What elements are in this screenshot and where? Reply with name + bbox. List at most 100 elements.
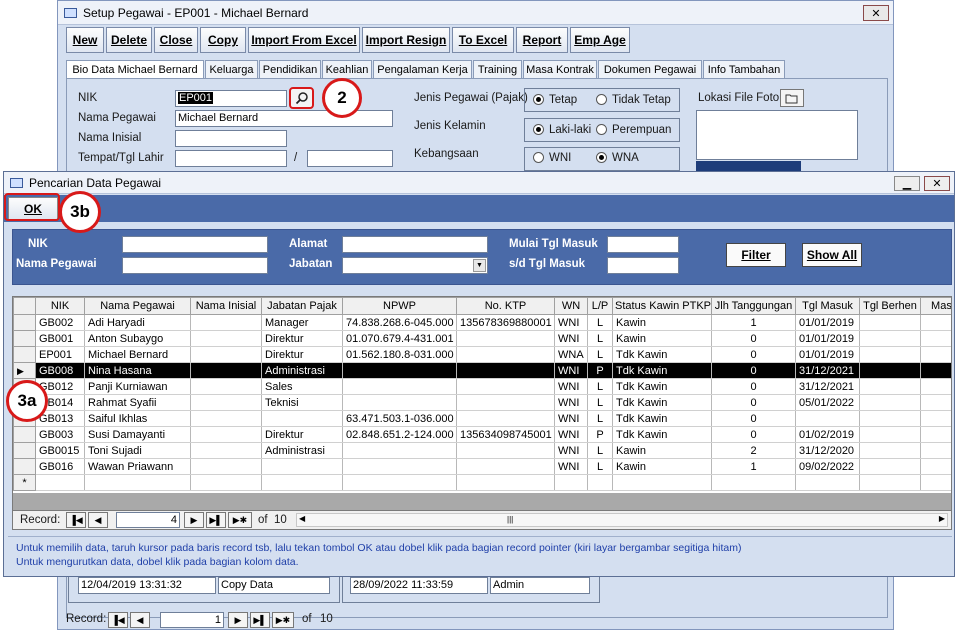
table-row[interactable]: ▶ GB008 Nina Hasana Administrasi WNI P Tdk Kaw…	[13, 362, 951, 379]
cell-jlh-tanggungan[interactable]: 1	[711, 458, 796, 475]
record-selector[interactable]	[13, 426, 36, 443]
tgl-lahir-input[interactable]	[307, 150, 393, 167]
cell-wn[interactable]: WNI	[554, 458, 588, 475]
cell-tgl-masuk[interactable]: 31/12/2020	[795, 442, 860, 459]
cell-tgl-berhenti[interactable]	[859, 362, 921, 379]
cell-npwp[interactable]	[342, 378, 457, 395]
cell-nama-inisial[interactable]	[190, 346, 262, 363]
cell-nama-inisial[interactable]	[190, 442, 262, 459]
col-header-tgl-berhenti[interactable]: Tgl Berhen	[859, 297, 921, 315]
cell-nama-inisial[interactable]	[190, 394, 262, 411]
dialog-close-icon[interactable]: ✕	[924, 176, 950, 191]
cell-nama-pegawai[interactable]: Panji Kurniawan	[84, 378, 191, 395]
tab-pengalaman-kerja[interactable]: Pengalaman Kerja	[373, 60, 472, 78]
radio-wna[interactable]: WNA	[596, 152, 639, 164]
cell-npwp[interactable]	[342, 458, 457, 475]
cell-jlh-tanggungan[interactable]: 1	[711, 314, 796, 331]
cell-empty[interactable]	[261, 474, 343, 491]
record-selector[interactable]	[13, 346, 36, 363]
col-header-npwp[interactable]: NPWP	[342, 297, 457, 315]
cell-nama-pegawai[interactable]: Toni Sujadi	[84, 442, 191, 459]
tab-keluarga[interactable]: Keluarga	[205, 60, 258, 78]
table-row[interactable]: GB013 Saiful Ikhlas 63.471.503.1-036.000 WN…	[13, 410, 951, 427]
cell-nama-inisial[interactable]	[190, 458, 262, 475]
cell-status-kawin[interactable]: Tdk Kawin	[612, 362, 712, 379]
cell-tgl-masuk[interactable]: 05/01/2022	[795, 394, 860, 411]
table-row[interactable]: GB012 Panji Kurniawan Sales WNI L Tdk Kawin 0 3…	[13, 378, 951, 395]
cell-jlh-tanggungan[interactable]: 0	[711, 346, 796, 363]
record-selector[interactable]	[13, 330, 36, 347]
cell-status-kawin[interactable]: Tdk Kawin	[612, 346, 712, 363]
cell-jabatan-pajak[interactable]: Direktur	[261, 426, 343, 443]
cell-lp[interactable]: L	[587, 378, 613, 395]
tempat-lahir-input[interactable]	[175, 150, 287, 167]
new-record-button[interactable]: ▶✱	[228, 512, 252, 528]
tab-info-tambahan[interactable]: Info Tambahan	[703, 60, 785, 78]
cell-no-ktp[interactable]: 135678369880001	[456, 314, 555, 331]
record-selector[interactable]	[13, 442, 36, 459]
tab-pendidikan[interactable]: Pendidikan	[259, 60, 321, 78]
cell-empty[interactable]	[587, 474, 613, 491]
cell-no-ktp[interactable]	[456, 442, 555, 459]
nama-pegawai-input[interactable]: Michael Bernard	[175, 110, 393, 127]
record-selector[interactable]	[13, 314, 36, 331]
cell-tgl-masuk[interactable]: 31/12/2021	[795, 362, 860, 379]
cell-tgl-berhenti[interactable]	[859, 442, 921, 459]
table-row[interactable]: GB001 Anton Subaygo Direktur 01.070.679.4-4…	[13, 330, 951, 347]
cell-empty[interactable]	[84, 474, 191, 491]
delete-button[interactable]: Delete	[106, 27, 152, 53]
first-record-button[interactable]: ▐◀	[66, 512, 86, 528]
cell-lp[interactable]: L	[587, 314, 613, 331]
cell-wn[interactable]: WNI	[554, 442, 588, 459]
cell-nama-inisial[interactable]	[190, 362, 262, 379]
filter-mulai-input[interactable]	[607, 236, 679, 253]
tab-training[interactable]: Training	[473, 60, 522, 78]
prev-record-button[interactable]: ◀	[88, 512, 108, 528]
cell-nama-pegawai[interactable]: Adi Haryadi	[84, 314, 191, 331]
tab-keahlian[interactable]: Keahlian	[322, 60, 372, 78]
cell-empty[interactable]	[859, 474, 921, 491]
col-header-lp[interactable]: L/P	[587, 297, 613, 315]
filter-nama-input[interactable]	[122, 257, 268, 274]
cell-nama-pegawai[interactable]: Rahmat Syafii	[84, 394, 191, 411]
cell-jabatan-pajak[interactable]: Administrasi	[261, 362, 343, 379]
tab-dokumen-pegawai[interactable]: Dokumen Pegawai	[598, 60, 702, 78]
cell-nama-inisial[interactable]	[190, 426, 262, 443]
cell-empty[interactable]	[711, 474, 796, 491]
cell-tgl-berhenti[interactable]	[859, 378, 921, 395]
copy-button[interactable]: Copy	[200, 27, 246, 53]
cell-empty[interactable]	[342, 474, 457, 491]
cell-nik[interactable]: GB016	[35, 458, 85, 475]
to-excel-button[interactable]: To Excel	[452, 27, 514, 53]
cell-empty[interactable]	[795, 474, 860, 491]
cell-empty[interactable]	[35, 474, 85, 491]
select-all-corner[interactable]	[13, 297, 36, 315]
cell-jlh-tanggungan[interactable]: 0	[711, 394, 796, 411]
cell-lp[interactable]: L	[587, 330, 613, 347]
cell-tgl-masuk[interactable]: 01/01/2019	[795, 330, 860, 347]
cell-nama-inisial[interactable]	[190, 314, 262, 331]
filter-jabatan-select[interactable]: ▼	[342, 257, 488, 274]
cell-nama-inisial[interactable]	[190, 378, 262, 395]
cell-empty[interactable]	[554, 474, 588, 491]
col-header-jlh-tanggungan[interactable]: Jlh Tanggungan	[711, 297, 796, 315]
cell-nama-inisial[interactable]	[190, 330, 262, 347]
cell-tgl-berhenti[interactable]	[859, 410, 921, 427]
cell-nama-pegawai[interactable]: Michael Bernard	[84, 346, 191, 363]
cell-jlh-tanggungan[interactable]: 0	[711, 362, 796, 379]
cell-empty[interactable]	[190, 474, 262, 491]
cell-tgl-masuk[interactable]: 01/02/2019	[795, 426, 860, 443]
cell-jlh-tanggungan[interactable]: 0	[711, 410, 796, 427]
col-header-tgl-masuk[interactable]: Tgl Masuk	[795, 297, 860, 315]
cell-jabatan-pajak[interactable]: Manager	[261, 314, 343, 331]
cell-no-ktp[interactable]	[456, 330, 555, 347]
cell-jabatan-pajak[interactable]: Teknisi	[261, 394, 343, 411]
cell-nik[interactable]: GB008	[35, 362, 85, 379]
cell-status-kawin[interactable]: Kawin	[612, 442, 712, 459]
radio-tidak-tetap[interactable]: Tidak Tetap	[596, 94, 671, 106]
report-button[interactable]: Report	[516, 27, 568, 53]
cell-tgl-berhenti[interactable]	[859, 346, 921, 363]
cell-masa[interactable]: 1	[920, 394, 951, 411]
cell-nik[interactable]: GB0015	[35, 442, 85, 459]
record-number-input[interactable]: 4	[116, 512, 180, 528]
